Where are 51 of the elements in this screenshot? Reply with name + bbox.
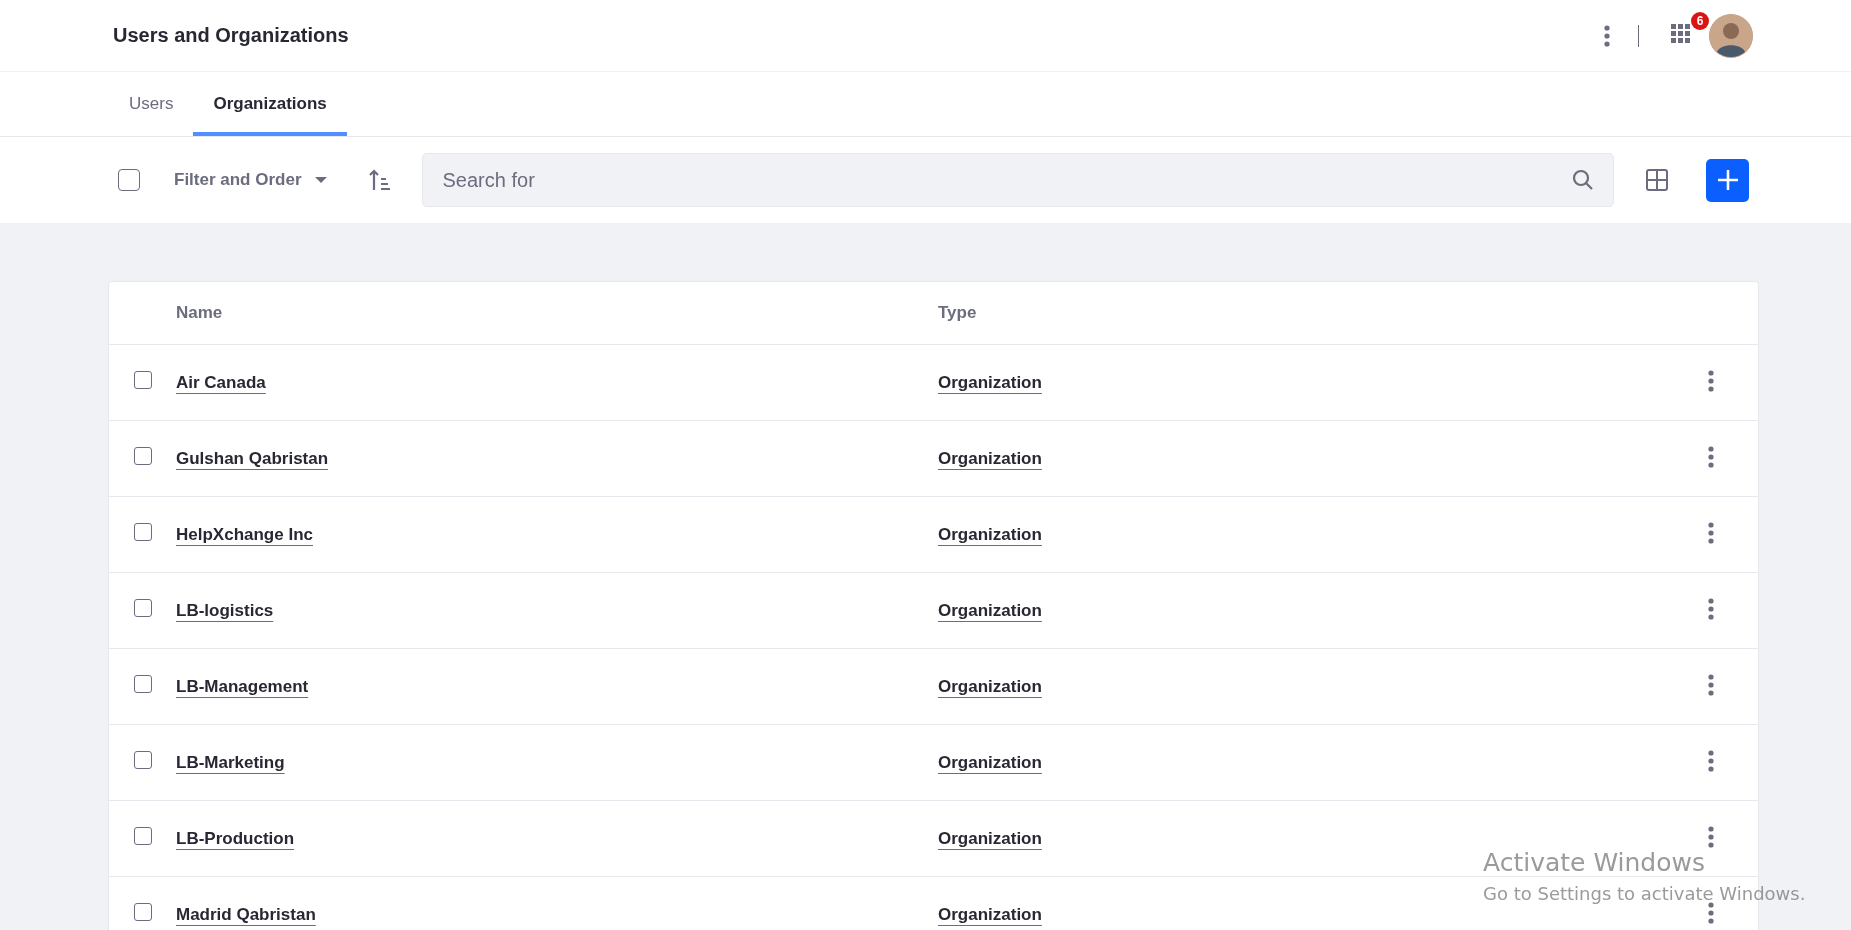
search-field[interactable]: Search for — [421, 153, 1614, 207]
activation-notice-text: Go to Settings to activate Windows. — [1483, 883, 1806, 904]
organization-type-link[interactable]: Organization — [938, 448, 1042, 469]
organization-name-link[interactable]: LB-Marketing — [176, 752, 285, 773]
row-actions-icon[interactable] — [1708, 673, 1714, 696]
row-actions-icon[interactable] — [1708, 369, 1714, 392]
activation-notice-title: Activate Windows — [1483, 848, 1706, 877]
organization-type-link[interactable]: Organization — [938, 372, 1042, 393]
tab[interactable]: Users — [109, 72, 194, 136]
row-actions-icon[interactable] — [1708, 901, 1714, 924]
organization-name-link[interactable]: HelpXchange Inc — [176, 524, 313, 545]
organization-type-link[interactable]: Organization — [938, 600, 1042, 621]
row-actions-icon[interactable] — [1708, 445, 1714, 468]
checkbox[interactable] — [134, 674, 152, 693]
caret-icon — [313, 176, 328, 184]
kebab-menu-icon[interactable] — [1604, 24, 1610, 47]
plus-icon — [1716, 169, 1739, 191]
filter-and-order-button[interactable]: Filter and Order — [170, 164, 332, 196]
organization-name-link[interactable]: LB-Management — [176, 676, 309, 697]
notification-badge: 6 — [1691, 11, 1709, 30]
checkbox[interactable] — [134, 370, 152, 389]
search-icon[interactable] — [1572, 169, 1594, 191]
row-actions-icon[interactable] — [1708, 597, 1714, 620]
page-title: Users and Organizations — [113, 24, 350, 47]
apps-grid-icon[interactable] — [1671, 23, 1691, 44]
organization-name-link[interactable]: Madrid Qabristan — [176, 904, 316, 925]
organization-type-link[interactable]: Organization — [938, 676, 1042, 697]
organization-name-link[interactable]: LB-logistics — [176, 600, 274, 621]
organization-name-link[interactable]: LB-Production — [176, 828, 295, 849]
checkbox[interactable] — [118, 169, 140, 191]
organization-name-link[interactable]: Gulshan Qabristan — [176, 448, 329, 469]
row-actions-icon[interactable] — [1708, 825, 1714, 848]
row-actions-icon[interactable] — [1708, 749, 1714, 772]
checkbox[interactable] — [134, 598, 152, 617]
checkbox[interactable] — [134, 826, 152, 845]
checkbox[interactable] — [134, 446, 152, 465]
row-actions-icon[interactable] — [1708, 521, 1714, 544]
organization-type-link[interactable]: Organization — [938, 904, 1042, 925]
organization-type-link[interactable]: Organization — [938, 524, 1042, 545]
checkbox[interactable] — [134, 522, 152, 541]
card-view-icon[interactable] — [1646, 169, 1668, 191]
organization-name-link[interactable]: Air Canada — [176, 372, 266, 393]
avatar-icon[interactable] — [1709, 13, 1753, 58]
organization-type-link[interactable]: Organization — [938, 752, 1042, 773]
column-header: Name — [176, 303, 224, 323]
checkbox[interactable] — [134, 750, 152, 769]
add-button[interactable] — [1706, 158, 1749, 202]
organization-type-link[interactable]: Organization — [938, 828, 1042, 849]
sort-icon[interactable] — [367, 168, 392, 192]
column-header: Type — [938, 303, 978, 323]
checkbox[interactable] — [134, 902, 152, 921]
